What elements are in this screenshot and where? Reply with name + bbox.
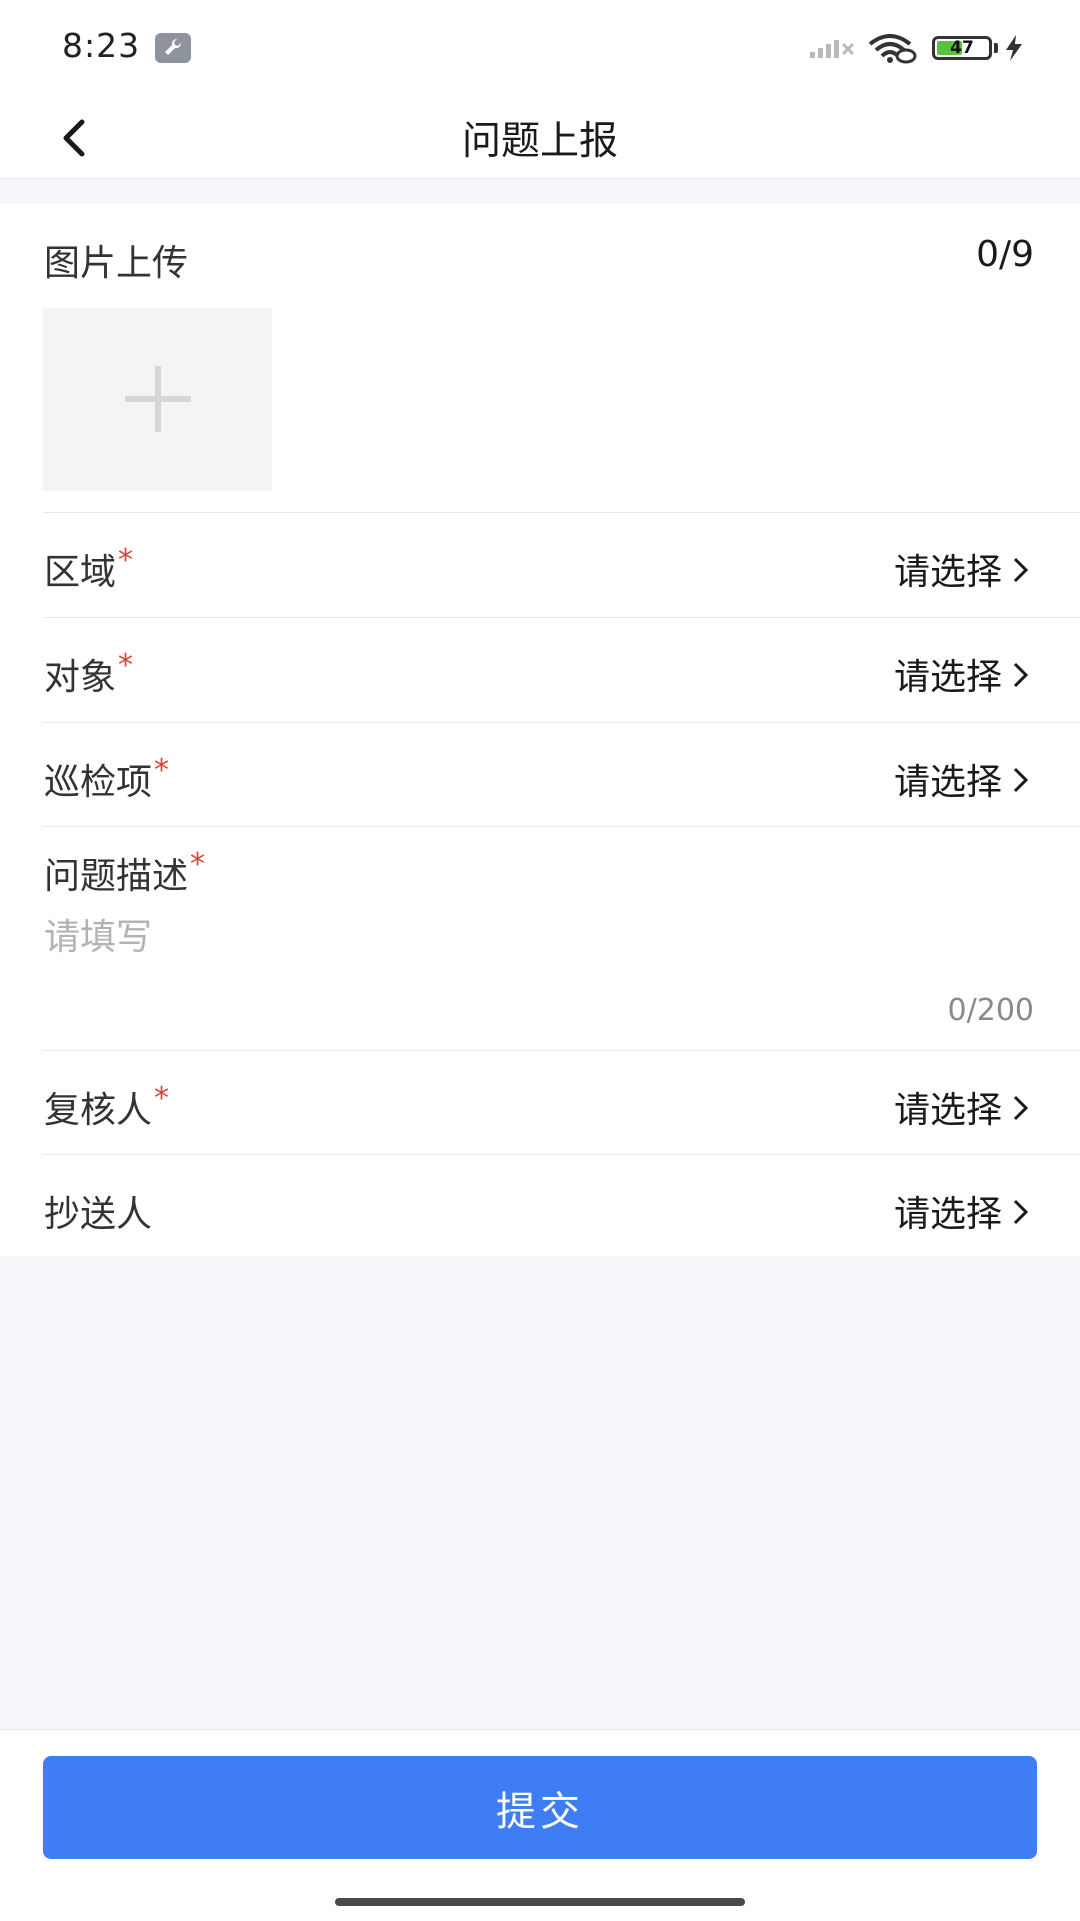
upload-label: 图片上传 xyxy=(44,243,189,284)
back-button[interactable] xyxy=(52,110,102,164)
field-value: 请选择 xyxy=(893,1194,1002,1235)
signal-icon xyxy=(810,36,856,64)
chevron-right-icon xyxy=(1013,662,1029,688)
wifi-icon xyxy=(866,32,918,68)
wrench-icon xyxy=(155,33,191,63)
description-counter: 0/200 xyxy=(947,993,1034,1028)
image-upload-section: 图片上传 0/9 xyxy=(0,204,1080,512)
field-value: 请选择 xyxy=(893,552,1002,593)
field-label: 复核人* xyxy=(44,1081,170,1131)
required-mark: * xyxy=(118,543,134,578)
field-value: 请选择 xyxy=(893,1090,1002,1131)
status-bar: 8:23 47 xyxy=(0,0,1080,96)
battery-nub xyxy=(994,43,998,53)
bottom-bar: 提交 xyxy=(0,1729,1080,1921)
plus-icon-vertical xyxy=(155,366,161,432)
battery-icon: 47 xyxy=(932,36,992,60)
description-section: 问题描述* 0/200 xyxy=(0,827,1080,1050)
field-label: 巡检项* xyxy=(44,753,170,803)
chevron-right-icon xyxy=(1013,557,1029,583)
chevron-right-icon xyxy=(1013,767,1029,793)
chevron-right-icon xyxy=(1013,1199,1029,1225)
submit-button[interactable]: 提交 xyxy=(43,1756,1037,1859)
page-title: 问题上报 xyxy=(461,119,618,164)
charging-bolt-icon xyxy=(1004,34,1024,66)
field-value: 请选择 xyxy=(893,657,1002,698)
required-mark: * xyxy=(154,1081,170,1116)
status-time: 8:23 xyxy=(62,26,141,65)
add-image-button[interactable] xyxy=(43,308,272,491)
field-label: 对象* xyxy=(44,648,134,698)
field-value: 请选择 xyxy=(893,762,1002,803)
field-reviewer[interactable]: 复核人* 请选择 xyxy=(0,1051,1080,1155)
required-mark: * xyxy=(190,847,206,882)
field-inspection-item[interactable]: 巡检项* 请选择 xyxy=(0,723,1080,827)
chevron-left-icon xyxy=(63,119,85,157)
required-mark: * xyxy=(154,753,170,788)
upload-count: 0/9 xyxy=(976,234,1034,275)
required-mark: * xyxy=(118,648,134,683)
form-card: 图片上传 0/9 区域* 请选择 对象* 请选择 巡检项* 请选择 问题描述* xyxy=(0,204,1080,1256)
field-label: 抄送人 xyxy=(44,1194,153,1235)
home-indicator[interactable] xyxy=(335,1898,745,1906)
field-object[interactable]: 对象* 请选择 xyxy=(0,618,1080,722)
field-region[interactable]: 区域* 请选择 xyxy=(0,513,1080,617)
field-label: 区域* xyxy=(44,543,134,593)
description-input[interactable] xyxy=(44,907,1034,967)
field-cc[interactable]: 抄送人 请选择 xyxy=(0,1155,1080,1259)
nav-bar: 问题上报 xyxy=(0,96,1080,179)
description-label: 问题描述* xyxy=(44,847,206,897)
chevron-right-icon xyxy=(1013,1095,1029,1121)
battery-level: 47 xyxy=(950,38,974,58)
